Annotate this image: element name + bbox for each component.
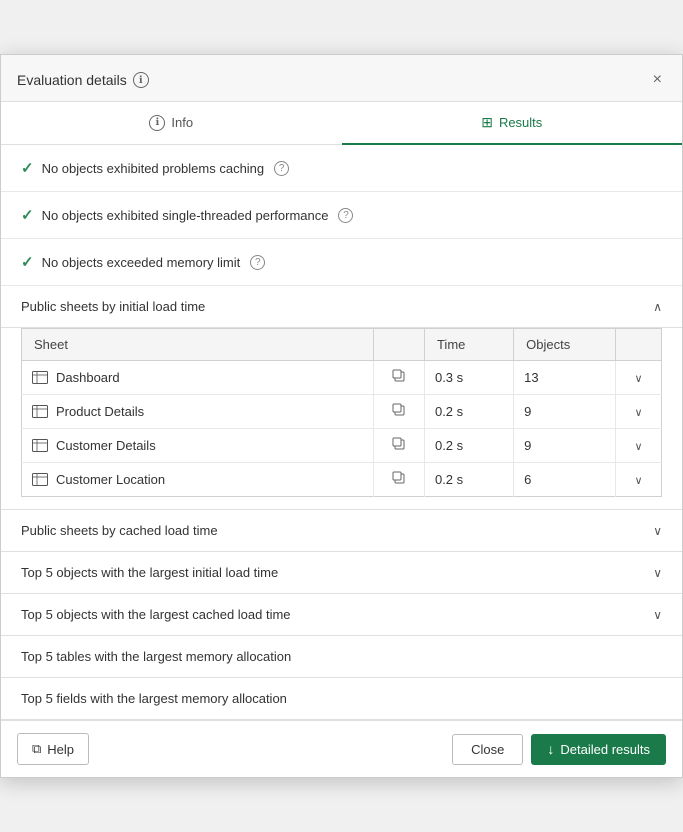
copy-icon[interactable] [392,439,406,454]
th-time: Time [424,329,513,361]
section-label-top5-cached: Top 5 objects with the largest cached lo… [21,607,291,622]
tab-info-icon: ℹ [149,115,165,131]
initial-load-table: Sheet Time Objects [21,328,662,497]
table-row: Product Details 0.2 s 9 ∨ [22,395,662,429]
copy-cell[interactable] [374,463,425,497]
sheet-name-cell: Product Details [22,395,374,429]
copy-cell[interactable] [374,429,425,463]
expand-cell[interactable]: ∨ [616,361,662,395]
table-row: Customer Details 0.2 s 9 ∨ [22,429,662,463]
check-label-caching: No objects exhibited problems caching [42,161,265,176]
chevron-down-top5-initial: ∨ [653,566,662,580]
chevron-down-top5-cached: ∨ [653,608,662,622]
time-cell: 0.2 s [424,463,513,497]
expand-cell[interactable]: ∨ [616,395,662,429]
row-chevron-icon[interactable]: ∨ [635,407,643,419]
row-chevron-icon[interactable]: ∨ [635,475,643,487]
copy-cell[interactable] [374,361,425,395]
sheet-icon [32,405,48,418]
download-icon: ↓ [547,741,554,757]
section-header-top5-cached[interactable]: Top 5 objects with the largest cached lo… [1,594,682,636]
section-label-top5-memory-tables: Top 5 tables with the largest memory all… [21,649,291,664]
modal-body: ✓ No objects exhibited problems caching … [1,145,682,720]
help-button[interactable]: ⧉ Help [17,733,89,765]
tab-info-label: Info [171,115,193,130]
sheet-icon [32,473,48,486]
tab-bar: ℹ Info ⊞ Results [1,102,682,145]
objects-cell: 13 [514,361,616,395]
section-label-cached: Public sheets by cached load time [21,523,218,538]
check-row-caching: ✓ No objects exhibited problems caching … [1,145,682,192]
th-expand [616,329,662,361]
chevron-up-initial: ∧ [653,300,662,314]
tab-results-label: Results [499,115,542,130]
section-header-initial[interactable]: Public sheets by initial load time ∧ [1,286,682,328]
sheet-name: Product Details [56,404,144,419]
expand-cell[interactable]: ∨ [616,463,662,497]
time-cell: 0.2 s [424,395,513,429]
check-icon-caching: ✓ [21,159,34,177]
sheet-name-cell: Dashboard [22,361,374,395]
section-label-top5-initial: Top 5 objects with the largest initial l… [21,565,278,580]
th-objects: Objects [514,329,616,361]
expand-cell[interactable]: ∨ [616,429,662,463]
objects-cell: 6 [514,463,616,497]
check-row-memory: ✓ No objects exceeded memory limit ? [1,239,682,286]
check-icon-memory: ✓ [21,253,34,271]
sheet-name: Customer Location [56,472,165,487]
table-row: Dashboard 0.3 s 13 ∨ [22,361,662,395]
copy-cell[interactable] [374,395,425,429]
footer-right: Close ↓ Detailed results [452,734,666,765]
copy-icon[interactable] [392,473,406,488]
sheet-icon [32,371,48,384]
question-icon-caching[interactable]: ? [274,161,289,176]
title-text: Evaluation details [17,72,127,88]
section-top5-memory-tables: Top 5 tables with the largest memory all… [1,636,682,678]
copy-icon[interactable] [392,371,406,386]
detailed-label: Detailed results [560,742,650,757]
time-cell: 0.2 s [424,429,513,463]
check-label-threaded: No objects exhibited single-threaded per… [42,208,329,223]
title-info-icon[interactable]: ℹ [133,72,149,88]
modal-header: Evaluation details ℹ × [1,55,682,102]
chevron-down-cached: ∨ [653,524,662,538]
initial-load-table-container: Sheet Time Objects [1,328,682,510]
help-label: Help [47,742,74,757]
section-label-initial: Public sheets by initial load time [21,299,205,314]
section-header-top5-initial[interactable]: Top 5 objects with the largest initial l… [1,552,682,594]
close-modal-button[interactable]: Close [452,734,523,765]
section-top5-memory-fields: Top 5 fields with the largest memory all… [1,678,682,720]
section-header-cached[interactable]: Public sheets by cached load time ∨ [1,510,682,552]
sheet-icon [32,439,48,452]
table-row: Customer Location 0.2 s 6 ∨ [22,463,662,497]
row-chevron-icon[interactable]: ∨ [635,373,643,385]
question-icon-memory[interactable]: ? [250,255,265,270]
tab-results[interactable]: ⊞ Results [342,102,683,145]
modal-close-button[interactable]: × [649,69,666,91]
help-external-icon: ⧉ [32,741,41,757]
sheet-name-cell: Customer Location [22,463,374,497]
evaluation-details-modal: Evaluation details ℹ × ℹ Info ⊞ Results … [0,54,683,778]
check-icon-threaded: ✓ [21,206,34,224]
th-sheet: Sheet [22,329,374,361]
check-row-threaded: ✓ No objects exhibited single-threaded p… [1,192,682,239]
modal-title: Evaluation details ℹ [17,72,149,88]
sheet-name: Dashboard [56,370,120,385]
sheet-name-cell: Customer Details [22,429,374,463]
tab-info[interactable]: ℹ Info [1,102,342,145]
question-icon-threaded[interactable]: ? [338,208,353,223]
sheet-name: Customer Details [56,438,156,453]
check-label-memory: No objects exceeded memory limit [42,255,241,270]
section-label-top5-memory-fields: Top 5 fields with the largest memory all… [21,691,287,706]
copy-icon[interactable] [392,405,406,420]
objects-cell: 9 [514,429,616,463]
th-copy [374,329,425,361]
objects-cell: 9 [514,395,616,429]
detailed-results-button[interactable]: ↓ Detailed results [531,734,666,765]
row-chevron-icon[interactable]: ∨ [635,441,643,453]
time-cell: 0.3 s [424,361,513,395]
tab-results-icon: ⊞ [481,114,493,131]
modal-footer: ⧉ Help Close ↓ Detailed results [1,720,682,777]
